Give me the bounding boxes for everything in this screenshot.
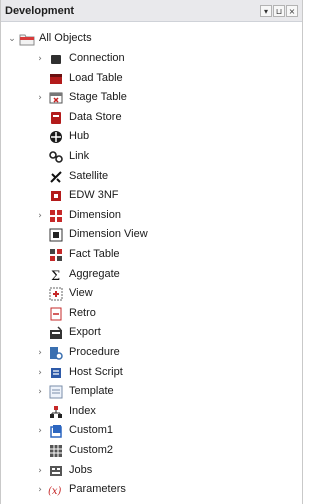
tree-item-label: Connection (69, 52, 125, 64)
load-table-icon (50, 74, 62, 84)
pin-icon[interactable]: ⊔ (273, 4, 285, 17)
tree-item-label: Custom2 (69, 444, 114, 456)
retro-icon (50, 307, 62, 321)
tree-item-label: Dimension View (69, 228, 148, 240)
edw-icon (51, 191, 61, 201)
tree-item-label: Satellite (69, 170, 109, 182)
host-script-icon (51, 368, 61, 378)
hub-icon (50, 131, 62, 143)
tree-item-label: Aggregate (69, 268, 120, 280)
tree-item-label: EDW 3NF (69, 189, 119, 201)
tree-item-label: Index (69, 405, 96, 417)
tree-item-label: Procedure (69, 346, 120, 358)
tree-item-label: Export (69, 326, 101, 338)
satellite-icon (50, 171, 62, 183)
template-icon (49, 385, 63, 399)
tree-item-label: Custom1 (69, 424, 114, 436)
chevron-down-icon[interactable]: ⌄ (7, 30, 17, 48)
tree-item-label: Fact Table (69, 248, 120, 260)
tree-item-label: Template (69, 385, 114, 397)
tree-item-label: View (69, 287, 93, 299)
procedure-icon (50, 347, 63, 360)
dimension-view-icon (49, 228, 63, 242)
tree-item-label: Parameters (69, 483, 126, 495)
custom1-icon (50, 425, 62, 438)
export-icon (50, 326, 62, 339)
panel-header-buttons: ▾ ⊔ × (260, 4, 298, 17)
tree-item-label: Dimension (69, 209, 121, 221)
svg-text:Σ: Σ (51, 269, 60, 283)
chevron-right-icon[interactable]: › (35, 344, 45, 362)
development-panel: Development ▾ ⊔ × ⌄ All Objects › Connect… (0, 0, 303, 504)
fact-table-icon (50, 249, 62, 261)
tree-item-label: Hub (69, 130, 90, 142)
tree-item-label: Retro (69, 307, 96, 319)
panel-header: Development ▾ ⊔ × (1, 0, 302, 22)
stage-table-icon (49, 92, 63, 104)
tree-item-label: Load Table (69, 72, 123, 84)
tree-item-label: Link (69, 150, 90, 162)
custom2-icon (50, 445, 62, 457)
chevron-right-icon[interactable]: › (35, 462, 45, 480)
svg-text:(x): (x) (48, 486, 62, 497)
chevron-right-icon[interactable]: › (35, 364, 45, 382)
chevron-right-icon[interactable]: › (35, 422, 45, 440)
chevron-right-icon[interactable]: › (35, 481, 45, 499)
parameters-icon: (x) (48, 486, 62, 497)
data-store-icon (51, 112, 61, 124)
jobs-icon (50, 466, 62, 476)
tree-item-label: Host Script (69, 366, 123, 378)
tree-root-label: All Objects (39, 32, 92, 44)
dimension-icon (50, 210, 62, 222)
chevron-right-icon[interactable]: › (35, 89, 45, 107)
chevron-right-icon[interactable]: › (35, 207, 45, 225)
index-icon (50, 406, 62, 418)
tree-item-label: Stage Table (69, 91, 127, 103)
tree-item-label: Data Store (69, 111, 122, 123)
close-icon[interactable]: × (286, 4, 298, 17)
chevron-right-icon[interactable]: › (35, 383, 45, 401)
chevron-right-icon[interactable]: › (35, 50, 45, 68)
dropdown-icon[interactable]: ▾ (260, 4, 272, 17)
aggregate-icon: Σ (51, 269, 60, 283)
folder-icon (19, 34, 35, 46)
link-icon (49, 151, 63, 163)
tree-item-label: Jobs (69, 464, 93, 476)
connection-icon (51, 55, 61, 64)
panel-title: Development (5, 4, 75, 17)
view-icon (49, 287, 63, 301)
